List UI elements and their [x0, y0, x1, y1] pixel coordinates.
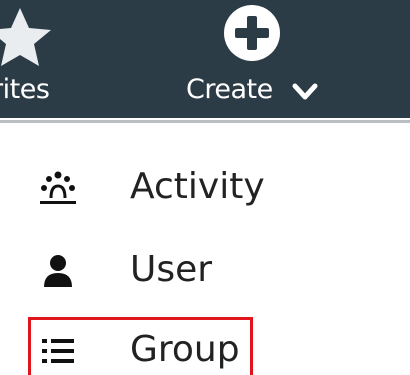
- menu-item-group-label: Group: [130, 329, 240, 370]
- create-dropdown-menu: Activity User Group: [0, 123, 410, 375]
- nav-create-label: Create: [186, 74, 273, 105]
- menu-item-group[interactable]: Group: [30, 319, 370, 375]
- activity-people-icon: [40, 171, 76, 204]
- menu-item-activity[interactable]: Activity: [30, 156, 370, 220]
- nav-create[interactable]: Create: [186, 0, 336, 118]
- menu-item-activity-label: Activity: [130, 166, 265, 207]
- nav-favorites[interactable]: orites: [0, 0, 96, 118]
- plus-circle-icon: [224, 5, 280, 61]
- nav-favorites-label: orites: [0, 74, 50, 105]
- top-navigation-bar: orites Create: [0, 0, 410, 118]
- page: orites Create: [0, 0, 410, 375]
- chevron-down-icon: [292, 83, 318, 100]
- user-icon: [44, 255, 72, 287]
- menu-item-user-label: User: [130, 249, 213, 290]
- star-icon: [0, 8, 51, 66]
- list-icon: [42, 339, 74, 363]
- menu-item-user[interactable]: User: [30, 239, 370, 303]
